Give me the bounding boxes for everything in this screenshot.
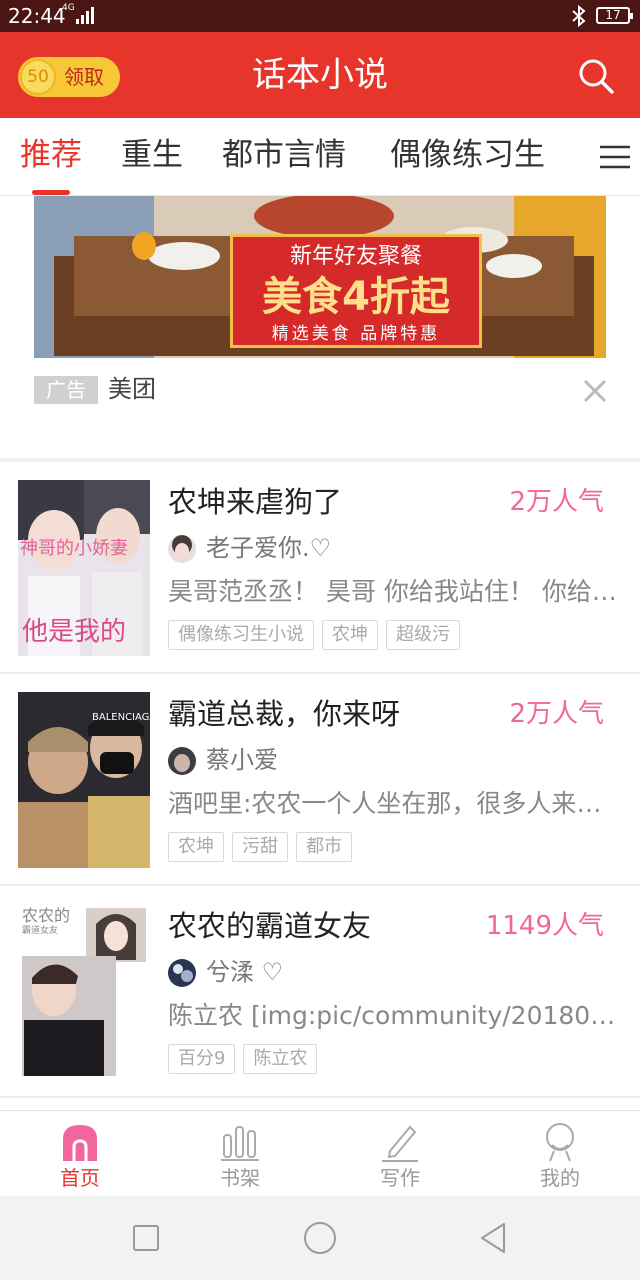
ad-discount: 美食4折起 xyxy=(262,274,450,320)
ad-promo-card: 新年好友聚餐 美食4折起 精选美食 品牌特惠 xyxy=(230,234,482,348)
tab-idol-trainee[interactable]: 偶像练习生 xyxy=(390,134,545,176)
recent-apps-icon[interactable] xyxy=(126,1218,166,1258)
tag[interactable]: 农坤 xyxy=(322,620,378,650)
home-icon xyxy=(63,1125,97,1161)
tag-list: 农坤 污甜 都市 xyxy=(168,832,352,864)
cover-text: 农农的 xyxy=(22,906,71,925)
app-title: 话本小说 xyxy=(252,55,388,95)
tab-urban-romance[interactable]: 都市言情 xyxy=(222,134,346,176)
book-title[interactable]: 霸道总裁，你来呀 xyxy=(168,694,400,734)
book-cover[interactable]: 神哥的小娇妻 他是我的 xyxy=(18,480,150,656)
tag[interactable]: 偶像练习生小说 xyxy=(168,620,314,650)
avatar-image xyxy=(168,747,196,775)
nav-label: 首页 xyxy=(60,1166,100,1190)
popularity-count: 1149人气 xyxy=(485,911,604,941)
bluetooth-icon xyxy=(572,4,586,28)
avatar-image xyxy=(168,959,196,987)
ad-subline: 精选美食 品牌特惠 xyxy=(271,324,441,344)
book-title[interactable]: 农坤来虐狗了 xyxy=(168,482,342,522)
tag[interactable]: 污甜 xyxy=(232,832,288,862)
tag-list: 百分9 陈立农 xyxy=(168,1044,318,1076)
nav-home[interactable]: 首页 xyxy=(0,1111,160,1197)
home-button-icon[interactable] xyxy=(300,1218,340,1258)
book-description: 酒吧里:农农一个人坐在那，很多人来搭讪 xyxy=(168,789,620,818)
search-icon[interactable] xyxy=(576,56,616,96)
avatar-image xyxy=(168,535,196,563)
divider xyxy=(0,1096,640,1098)
ad-source: 美团 xyxy=(108,375,156,403)
nav-label: 写作 xyxy=(380,1166,420,1190)
popularity-count: 2万人气 xyxy=(509,699,604,729)
category-tabs: 推荐 重生 都市言情 偶像练习生 xyxy=(0,118,640,196)
battery-indicator: 17 xyxy=(596,7,633,24)
cover-text: 神哥的小娇妻 xyxy=(20,538,128,559)
nav-label: 我的 xyxy=(540,1166,580,1190)
menu-icon[interactable] xyxy=(598,142,632,172)
book-cover[interactable]: BALENCIAGA xyxy=(18,692,150,868)
cover-text: 他是我的 xyxy=(22,617,127,647)
ad-banner-image[interactable]: 新年好友聚餐 美食4折起 精选美食 品牌特惠 xyxy=(34,196,606,358)
book-title[interactable]: 农农的霸道女友 xyxy=(168,906,371,946)
active-tab-indicator xyxy=(32,190,70,195)
app-header: 50 领取 话本小说 xyxy=(0,32,640,118)
status-time: 22:44 xyxy=(8,4,66,28)
book-card[interactable]: 农农的 霸道女友 农农的霸道女友 1149人气 兮渘 ♡ 陈立农 [img:pi… xyxy=(0,886,640,1098)
system-navigation-bar xyxy=(0,1196,640,1280)
nav-write[interactable]: 写作 xyxy=(320,1111,480,1197)
nav-bookshelf[interactable]: 书架 xyxy=(160,1111,320,1197)
tab-recommend[interactable]: 推荐 xyxy=(20,134,82,176)
book-card[interactable]: BALENCIAGA 霸道总裁，你来呀 2万人气 蔡小爱 酒吧里:农农一个人坐在… xyxy=(0,674,640,886)
bottom-navigation: 首页 书架 写作 我的 xyxy=(0,1110,640,1196)
book-description: 昊哥范丞丞！ 昊哥 你给我站住！ 你给我站住！ xyxy=(168,577,620,606)
network-type: 4G xyxy=(62,3,75,13)
tag[interactable]: 百分9 xyxy=(168,1044,236,1074)
close-icon[interactable] xyxy=(582,378,608,404)
signal-icon xyxy=(76,7,94,24)
pen-icon xyxy=(382,1125,418,1162)
tag[interactable]: 陈立农 xyxy=(243,1044,318,1074)
author-name[interactable]: 蔡小爱 xyxy=(206,742,278,778)
cover-text: BALENCIAGA xyxy=(92,712,150,723)
book-cover[interactable]: 农农的 霸道女友 xyxy=(18,904,150,1080)
author-name[interactable]: 老子爱你.♡ xyxy=(206,530,331,566)
nav-profile[interactable]: 我的 xyxy=(480,1111,640,1197)
avatar[interactable] xyxy=(168,535,196,563)
tag[interactable]: 农坤 xyxy=(168,832,224,862)
ad-label-badge: 广告 xyxy=(34,376,98,404)
book-description: 陈立农 [img:pic/community/20180301] xyxy=(168,1001,620,1030)
back-icon[interactable] xyxy=(474,1218,514,1258)
ad-headline: 新年好友聚餐 xyxy=(289,244,422,269)
profile-icon xyxy=(546,1123,574,1162)
tag[interactable]: 都市 xyxy=(296,832,352,862)
avatar[interactable] xyxy=(168,959,196,987)
tag-list: 偶像练习生小说 农坤 超级污 xyxy=(168,620,460,652)
popularity-count: 2万人气 xyxy=(509,487,604,517)
status-bar: 22:44 4G 17 xyxy=(0,0,640,32)
cover-text: 霸道女友 xyxy=(22,926,59,936)
book-card[interactable]: 神哥的小娇妻 他是我的 农坤来虐狗了 2万人气 老子爱你.♡ 昊哥范丞丞！ 昊哥… xyxy=(0,462,640,674)
tab-rebirth[interactable]: 重生 xyxy=(121,134,183,176)
avatar[interactable] xyxy=(168,747,196,775)
bookshelf-icon xyxy=(221,1126,259,1161)
author-name[interactable]: 兮渘 ♡ xyxy=(206,954,283,990)
battery-level: 17 xyxy=(605,8,621,22)
tag[interactable]: 超级污 xyxy=(386,620,460,650)
nav-label: 书架 xyxy=(220,1166,260,1190)
